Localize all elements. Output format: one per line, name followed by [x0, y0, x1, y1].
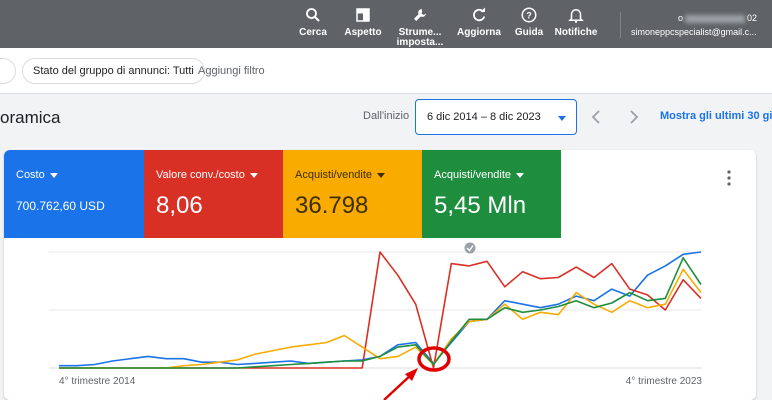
metric-value: 36.798: [295, 192, 369, 219]
bell-icon: [568, 9, 584, 23]
series-line-2: [59, 268, 702, 369]
metric-value: 8,06: [156, 192, 203, 219]
annotation-marker[interactable]: [464, 242, 476, 254]
metric-tile-cost[interactable]: Costo 700.762,60 USD: [4, 150, 144, 238]
appearance-button[interactable]: Aspetto: [333, 6, 393, 38]
date-range-prefix: Dall'inizio: [363, 110, 410, 122]
metric-name-label: Acquisti/vendite: [295, 169, 373, 181]
add-filter-link[interactable]: Aggiungi filtro: [198, 65, 265, 77]
filter-chip-partial[interactable]: te: [0, 58, 16, 84]
metric-name[interactable]: Valore conv./costo: [156, 169, 258, 181]
tools-settings-button[interactable]: Strume... imposta...: [390, 6, 450, 48]
help-icon: ?: [521, 7, 537, 23]
filter-chip-ad-group-status[interactable]: Stato del gruppo di annunci: Tutti: [22, 58, 205, 84]
performance-card: Costo 700.762,60 USD Valore conv./costo …: [4, 150, 756, 400]
metric-name-label: Costo: [16, 169, 45, 181]
metric-name[interactable]: Acquisti/vendite: [295, 169, 386, 181]
dropdown-arrow-icon: [49, 172, 58, 178]
redacted-block: [685, 14, 746, 23]
dropdown-arrow-icon: [249, 172, 258, 178]
performance-chart: 4° trimestre 2014 4° trimestre 2023: [49, 242, 703, 400]
x-axis-start-label: 4° trimestre 2014: [59, 376, 136, 387]
date-range-value: 6 dic 2014 – 8 dic 2023: [427, 111, 541, 123]
refresh-icon: [473, 7, 486, 22]
metric-tile-conv-value-cost[interactable]: Valore conv./costo 8,06: [144, 150, 283, 238]
notifications-label: Notifiche: [554, 27, 598, 38]
tools-label-2: imposta...: [396, 37, 444, 48]
metric-value: 5,45 Mln: [434, 192, 527, 219]
highlight-arrow: [383, 373, 413, 400]
appearance-icon: [356, 8, 370, 22]
show-last-30-days-link[interactable]: Mostra gli ultimi 30 gi: [660, 110, 772, 122]
toolbar-divider: [620, 12, 621, 38]
date-range-picker[interactable]: 6 dic 2014 – 8 dic 2023: [415, 99, 577, 135]
account-id[interactable]: o 02: [678, 13, 757, 23]
account-id-suffix: 02: [747, 13, 758, 23]
chevron-right-icon[interactable]: [623, 107, 643, 127]
filter-bar: te Stato del gruppo di annunci: Tutti Ag…: [0, 48, 772, 94]
metric-name-label: Acquisti/vendite: [434, 169, 512, 181]
page-header: oramica Dall'inizio 6 dic 2014 – 8 dic 2…: [0, 95, 772, 143]
metric-name[interactable]: Acquisti/vendite: [434, 169, 525, 181]
dropdown-arrow-icon: [516, 172, 525, 178]
wrench-icon: [414, 9, 426, 21]
metric-tile-purchases-value[interactable]: Acquisti/vendite 5,45 Mln: [422, 150, 561, 238]
series-line-3: [59, 256, 702, 369]
account-email[interactable]: simoneppcspecialist@gmail.c...: [631, 27, 757, 37]
more-options-icon[interactable]: [726, 170, 732, 186]
chevron-down-icon: [558, 116, 566, 121]
metric-name-label: Valore conv./costo: [156, 169, 245, 181]
metric-tile-purchases[interactable]: Acquisti/vendite 36.798: [283, 150, 422, 238]
appearance-label: Aspetto: [344, 27, 382, 38]
x-axis-end-label: 4° trimestre 2023: [626, 376, 703, 387]
top-toolbar: Cerca Aspetto Strume... imposta... Aggio…: [0, 0, 772, 48]
filter-chip-label: Stato del gruppo di annunci: Tutti: [33, 65, 194, 77]
svg-text:?: ?: [526, 10, 532, 20]
chevron-left-icon[interactable]: [587, 107, 607, 127]
notifications-button[interactable]: Notifiche: [546, 6, 606, 38]
account-id-prefix: o: [678, 13, 684, 23]
metric-value: 700.762,60 USD: [16, 199, 105, 213]
metric-name[interactable]: Costo: [16, 169, 58, 181]
dropdown-arrow-icon: [377, 172, 386, 178]
search-icon: [306, 8, 320, 22]
page-title: oramica: [0, 108, 61, 127]
